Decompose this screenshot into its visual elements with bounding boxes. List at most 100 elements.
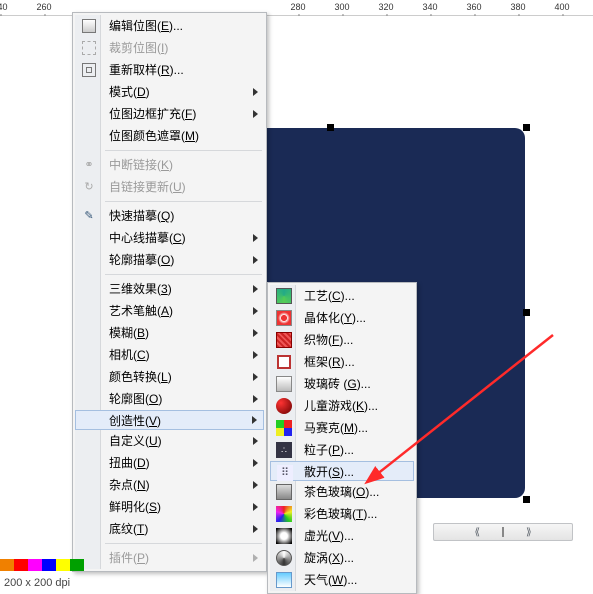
menu-label: 颜色转换(L) — [109, 370, 172, 384]
menu-label: 框架(R)... — [304, 355, 355, 369]
handle-br[interactable] — [523, 496, 530, 503]
swatch[interactable] — [14, 559, 28, 571]
submenu-arrow-icon — [253, 88, 258, 96]
menu-item-13[interactable]: 天气(W)... — [270, 569, 414, 591]
mosaic-icon — [276, 420, 292, 436]
menu-label: 艺术笔触(A) — [109, 304, 173, 318]
menu-label: 鲜明化(S) — [109, 500, 161, 514]
menu-item-10[interactable]: 彩色玻璃(T)... — [270, 503, 414, 525]
auto-update-link-icon: ↻ — [81, 179, 97, 195]
menu-item-24[interactable]: 鲜明化(S) — [75, 496, 264, 518]
stained-glass-icon — [276, 506, 292, 522]
menu-item-18[interactable]: 颜色转换(L) — [75, 366, 264, 388]
submenu-arrow-icon — [253, 554, 258, 562]
menu-item-7: 中断链接(K)⚭ — [75, 154, 264, 176]
glass-block-icon — [276, 376, 292, 392]
menu-item-11[interactable]: 中心线描摹(C) — [75, 227, 264, 249]
handle-tr[interactable] — [523, 124, 530, 131]
menu-item-12[interactable]: 轮廓描摹(O) — [75, 249, 264, 271]
submenu-arrow-icon — [253, 437, 258, 445]
vignette-icon — [276, 528, 292, 544]
menu-item-3[interactable]: 框架(R)... — [270, 351, 414, 373]
menu-item-27: 插件(P) — [75, 547, 264, 569]
submenu-arrow-icon — [253, 256, 258, 264]
menu-label: 快速描摹(Q) — [109, 209, 174, 223]
craft-icon — [276, 288, 292, 304]
menu-item-23[interactable]: 杂点(N) — [75, 474, 264, 496]
menu-item-8[interactable]: 散开(S)...⠿ — [270, 461, 414, 481]
swatch[interactable] — [28, 559, 42, 571]
menu-item-22[interactable]: 扭曲(D) — [75, 452, 264, 474]
crystalize-icon — [276, 310, 292, 326]
swatch[interactable] — [56, 559, 70, 571]
menu-item-1[interactable]: 晶体化(Y)... — [270, 307, 414, 329]
menu-label: 杂点(N) — [109, 478, 150, 492]
menu-item-2[interactable]: 织物(F)... — [270, 329, 414, 351]
menu-item-20[interactable]: 创造性(V) — [75, 410, 264, 430]
kid-play-icon — [276, 398, 292, 414]
menu-label: 相机(C) — [109, 348, 150, 362]
menu-item-19[interactable]: 轮廓图(O) — [75, 388, 264, 410]
menu-label: 玻璃砖 (G)... — [304, 377, 371, 391]
menu-label: 茶色玻璃(O)... — [304, 485, 379, 499]
menu-item-15[interactable]: 艺术笔触(A) — [75, 300, 264, 322]
menu-item-16[interactable]: 模糊(B) — [75, 322, 264, 344]
menu-label: 底纹(T) — [109, 522, 148, 536]
handle-mr[interactable] — [523, 309, 530, 316]
menu-label: 插件(P) — [109, 551, 149, 565]
menu-label: 粒子(P)... — [304, 443, 354, 457]
menu-label: 晶体化(Y)... — [304, 311, 366, 325]
submenu-arrow-icon — [253, 329, 258, 337]
menu-label: 彩色玻璃(T)... — [304, 507, 377, 521]
creative-submenu[interactable]: 工艺(C)... 晶体化(Y)... 织物(F)... 框架(R)... 玻璃砖 (G)… — [267, 282, 417, 594]
color-swatches[interactable] — [0, 559, 84, 571]
particles-icon: ∴ — [276, 442, 292, 458]
vortex-icon — [276, 550, 292, 566]
menu-label: 天气(W)... — [304, 573, 357, 587]
menu-item-4[interactable]: 玻璃砖 (G)... — [270, 373, 414, 395]
menu-item-5[interactable]: 位图颜色遮罩(M) — [75, 125, 264, 147]
menu-item-0[interactable]: 编辑位图(E)... — [75, 15, 264, 37]
zoom-thumb[interactable] — [502, 527, 504, 537]
menu-item-4[interactable]: 位图边框扩充(F) — [75, 103, 264, 125]
zoom-slider[interactable]: ⟪ ⟫ — [433, 523, 573, 541]
menu-label: 轮廓描摹(O) — [109, 253, 174, 267]
ruler-mark: 340 — [422, 2, 437, 12]
menu-item-6[interactable]: 马赛克(M)... — [270, 417, 414, 439]
menu-item-3[interactable]: 模式(D) — [75, 81, 264, 103]
menu-label: 重新取样(R)... — [109, 63, 184, 77]
menu-item-17[interactable]: 相机(C) — [75, 344, 264, 366]
swatch[interactable] — [0, 559, 14, 571]
menu-label: 裁剪位图(I) — [109, 41, 168, 55]
weather-icon — [276, 572, 292, 588]
swatch[interactable] — [70, 559, 84, 571]
handle-tm[interactable] — [327, 124, 334, 131]
menu-item-7[interactable]: 粒子(P)... ∴ — [270, 439, 414, 461]
ruler-mark: 280 — [290, 2, 305, 12]
menu-item-2[interactable]: 重新取样(R)... — [75, 59, 264, 81]
submenu-arrow-icon — [253, 285, 258, 293]
swatch[interactable] — [42, 559, 56, 571]
menu-item-21[interactable]: 自定义(U) — [75, 430, 264, 452]
menu-item-5[interactable]: 儿童游戏(K)... — [270, 395, 414, 417]
submenu-arrow-icon — [253, 395, 258, 403]
bitmap-menu[interactable]: 编辑位图(E)... 裁剪位图(I) 重新取样(R)... 模式(D) 位图边框扩充(F… — [72, 12, 267, 572]
ruler-mark: 300 — [334, 2, 349, 12]
menu-item-12[interactable]: 旋涡(X)... — [270, 547, 414, 569]
menu-label: 散开(S)... — [304, 465, 354, 479]
ruler-mark: 380 — [510, 2, 525, 12]
zoom-out-icon[interactable]: ⟪ — [474, 527, 480, 538]
menu-item-0[interactable]: 工艺(C)... — [270, 285, 414, 307]
menu-item-10[interactable]: 快速描摹(Q)✎ — [75, 205, 264, 227]
submenu-arrow-icon — [253, 525, 258, 533]
menu-item-9[interactable]: 茶色玻璃(O)... — [270, 481, 414, 503]
menu-separator — [105, 150, 262, 151]
submenu-arrow-icon — [252, 416, 257, 424]
menu-label: 位图边框扩充(F) — [109, 107, 196, 121]
menu-item-14[interactable]: 三维效果(3) — [75, 278, 264, 300]
ruler-mark: 320 — [378, 2, 393, 12]
menu-label: 自链接更新(U) — [109, 180, 186, 194]
zoom-in-icon[interactable]: ⟫ — [526, 527, 532, 538]
menu-item-11[interactable]: 虚光(V)... — [270, 525, 414, 547]
menu-item-25[interactable]: 底纹(T) — [75, 518, 264, 540]
